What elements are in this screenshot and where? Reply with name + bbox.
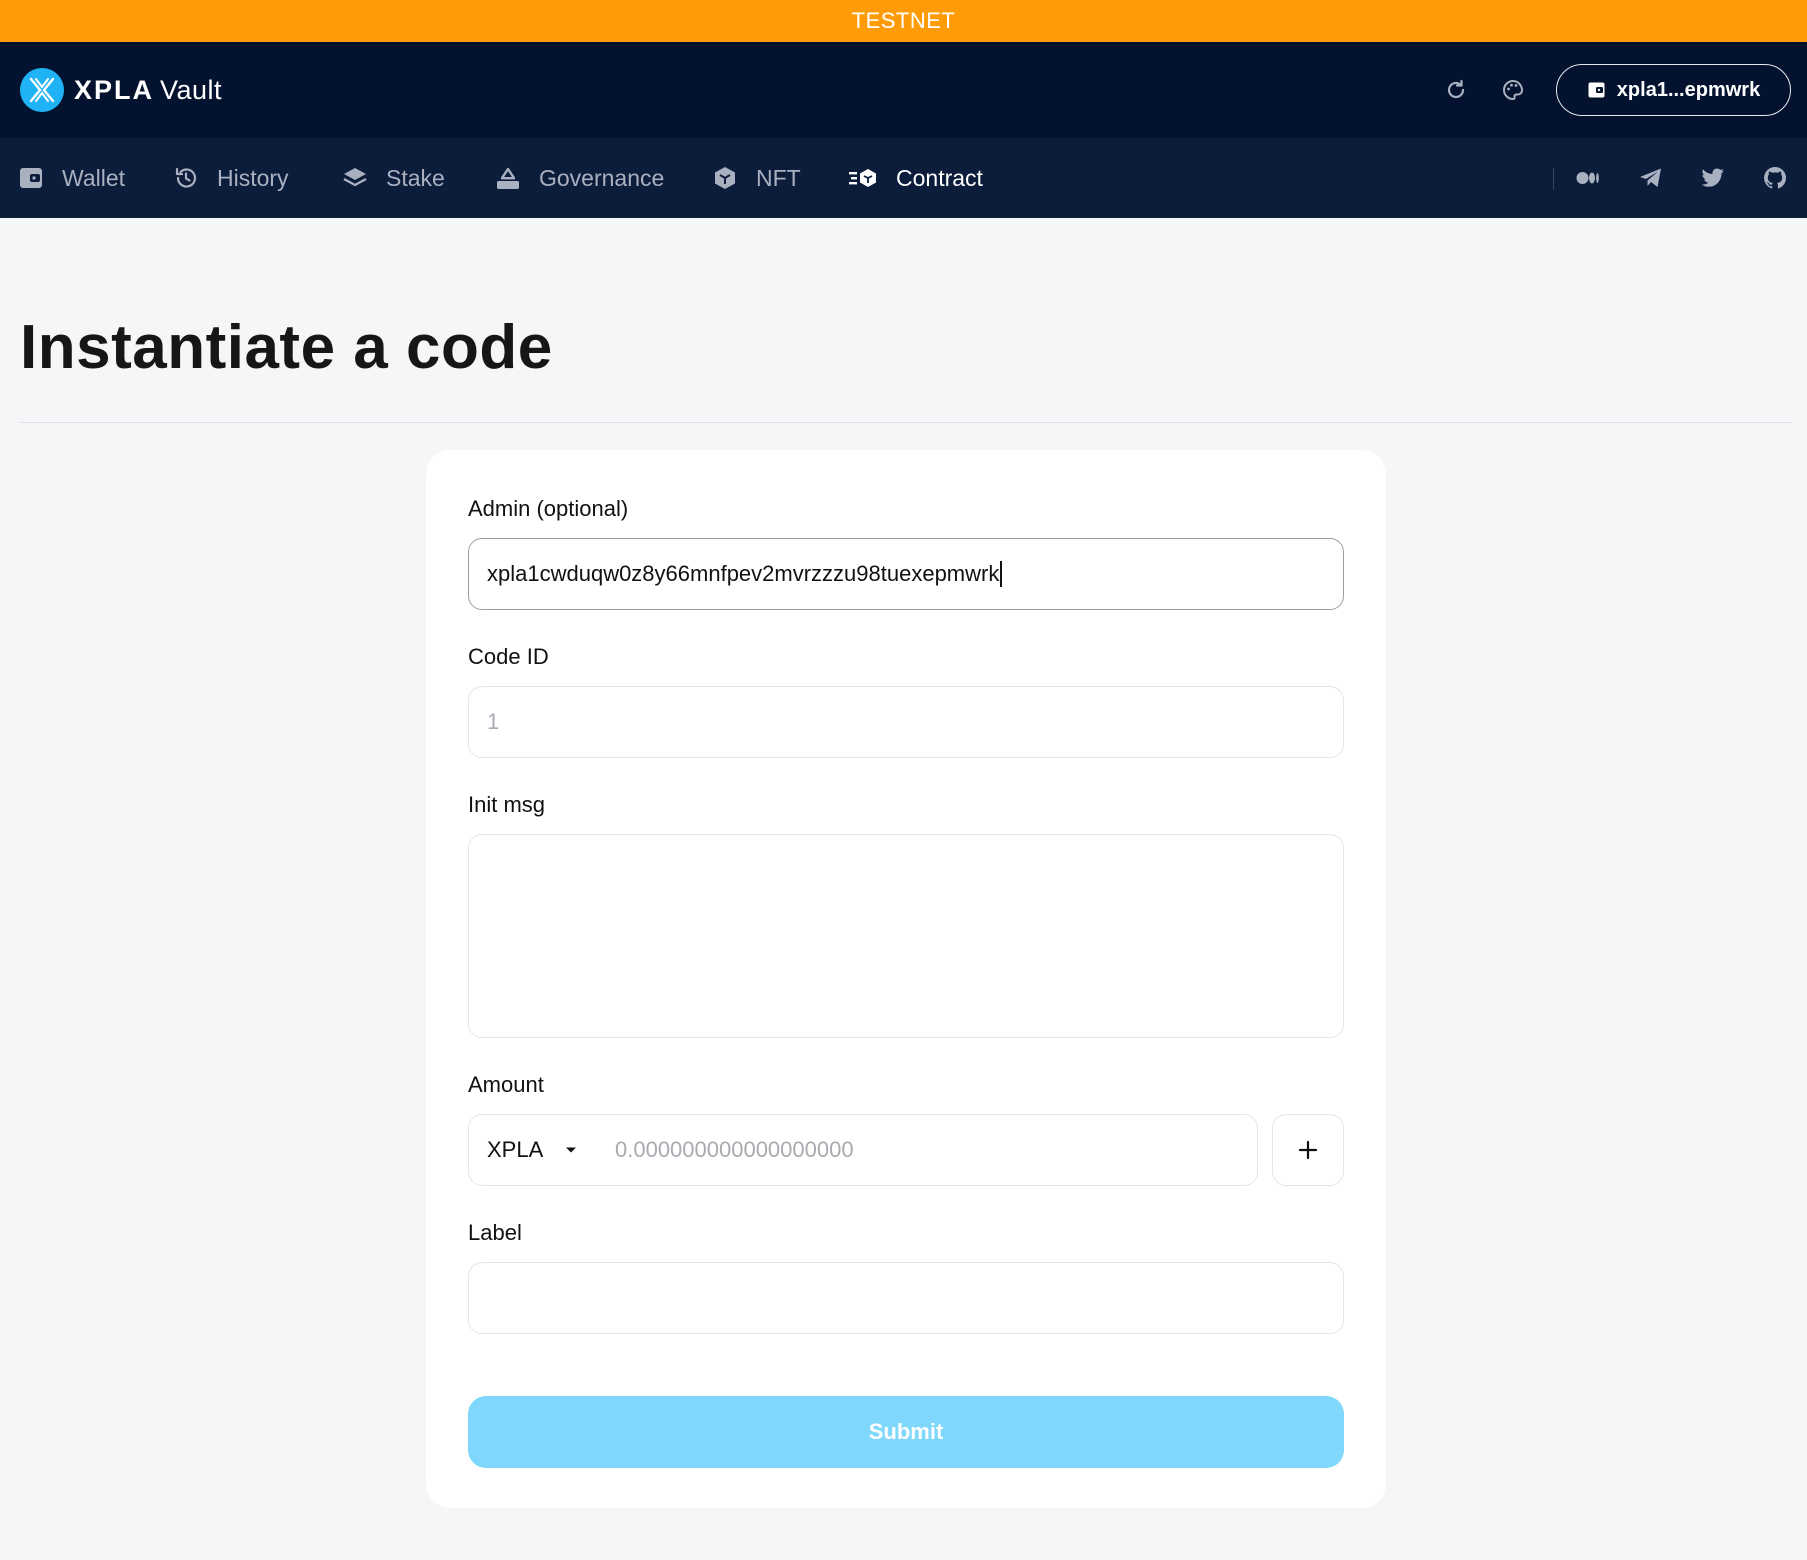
init-msg-label: Init msg xyxy=(468,792,546,817)
twitter-icon[interactable] xyxy=(1697,162,1729,194)
xpla-vault-logo[interactable]: XPLA Vault xyxy=(20,68,222,112)
page-title: Instantiate a code xyxy=(20,313,553,382)
plus-icon xyxy=(1298,1140,1318,1160)
submit-button[interactable]: Submit xyxy=(468,1396,1344,1468)
amount-input[interactable]: 0.000000000000000000 xyxy=(615,1137,854,1163)
admin-input-value: xpla1cwduqw0z8y66mnfpev2mvrzzzu98tuexepm… xyxy=(487,561,1000,586)
nav-label-history: History xyxy=(217,164,289,191)
medium-icon[interactable] xyxy=(1572,162,1604,194)
nav-label-governance: Governance xyxy=(539,164,665,191)
logo-product: Vault xyxy=(160,74,223,105)
label-field-label: Label xyxy=(468,1220,522,1245)
code-id-input[interactable]: 1 xyxy=(468,686,1344,758)
nav-item-stake[interactable]: Stake xyxy=(342,138,445,218)
palette-icon[interactable] xyxy=(1497,74,1529,106)
refresh-icon[interactable] xyxy=(1440,74,1472,106)
nav-item-history[interactable]: History xyxy=(173,138,289,218)
app-header: XPLA Vault xpla1...epmwrk xyxy=(0,42,1807,138)
code-id-placeholder: 1 xyxy=(487,709,500,734)
denom-selected: XPLA xyxy=(487,1137,544,1162)
nav-item-governance[interactable]: Governance xyxy=(495,138,664,218)
contract-icon xyxy=(849,169,876,187)
nav-label-stake: Stake xyxy=(386,164,445,191)
github-icon[interactable] xyxy=(1759,162,1791,194)
admin-input[interactable]: xpla1cwduqw0z8y66mnfpev2mvrzzzu98tuexepm… xyxy=(468,538,1344,610)
wallet-address-button[interactable]: xpla1...epmwrk xyxy=(1556,64,1791,116)
label-input[interactable] xyxy=(468,1262,1344,1334)
nav-label-wallet: Wallet xyxy=(62,164,126,191)
testnet-banner: TESTNET xyxy=(0,0,1807,42)
add-coin-button[interactable] xyxy=(1272,1114,1344,1186)
nav-label-nft: NFT xyxy=(756,164,801,191)
nav-item-nft[interactable]: NFT xyxy=(712,138,801,218)
nav-item-contract[interactable]: Contract xyxy=(848,138,983,218)
history-icon xyxy=(175,167,197,188)
admin-label: Admin (optional) xyxy=(468,496,629,521)
title-divider xyxy=(20,422,1791,423)
amount-field: XPLA 0.000000000000000000 xyxy=(468,1114,1258,1186)
code-id-label: Code ID xyxy=(468,644,549,669)
text-caret xyxy=(1000,561,1002,587)
wallet-icon xyxy=(1588,82,1605,98)
caret-down-icon xyxy=(566,1147,577,1153)
nav-divider xyxy=(1553,168,1554,190)
main-nav: Wallet History Stake Governance NFT Cont… xyxy=(0,138,1807,218)
amount-label: Amount xyxy=(468,1072,544,1097)
denom-select[interactable]: XPLA xyxy=(469,1137,615,1163)
wallet-address-label: xpla1...epmwrk xyxy=(1616,78,1761,101)
xpla-logo-icon xyxy=(20,68,64,112)
init-msg-textarea[interactable] xyxy=(468,834,1344,1038)
ballot-icon xyxy=(497,167,519,189)
cube-icon xyxy=(715,167,735,189)
wallet-icon xyxy=(20,168,42,188)
nav-label-contract: Contract xyxy=(896,164,983,191)
logo-brand: XPLA xyxy=(74,74,155,105)
layers-icon xyxy=(343,168,367,187)
instantiate-form-card: Admin (optional) xpla1cwduqw0z8y66mnfpev… xyxy=(426,450,1386,1508)
telegram-icon[interactable] xyxy=(1635,162,1667,194)
nav-item-wallet[interactable]: Wallet xyxy=(18,138,125,218)
